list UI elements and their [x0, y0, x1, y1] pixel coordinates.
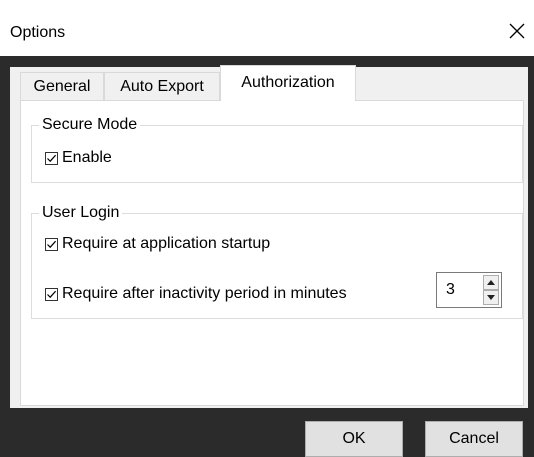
tab-general[interactable]: General — [20, 72, 104, 100]
checkmark-icon — [45, 237, 58, 251]
require-inactivity-label: Require after inactivity period in minut… — [62, 285, 347, 302]
require-startup-checkbox[interactable]: Require at application startup — [45, 235, 270, 253]
minutes-value[interactable]: 3 — [446, 281, 455, 299]
tab-auto-export[interactable]: Auto Export — [104, 72, 220, 100]
title-bar: Options — [0, 0, 534, 56]
user-login-legend: User Login — [39, 204, 123, 222]
arrow-up-icon[interactable] — [483, 275, 499, 290]
require-inactivity-checkbox[interactable]: Require after inactivity period in minut… — [45, 285, 347, 303]
secure-mode-legend: Secure Mode — [39, 116, 141, 134]
enable-label: Enable — [62, 149, 112, 166]
require-startup-label: Require at application startup — [62, 235, 271, 252]
secure-mode-enable-checkbox[interactable]: Enable — [45, 149, 112, 167]
cancel-button[interactable]: Cancel — [425, 421, 523, 457]
inactivity-minutes-stepper[interactable]: 3 — [436, 272, 502, 308]
window-title: Options — [10, 24, 66, 41]
checkmark-icon — [45, 151, 58, 165]
arrow-down-icon[interactable] — [483, 290, 499, 305]
close-icon[interactable] — [506, 20, 528, 42]
ok-button[interactable]: OK — [305, 421, 403, 457]
checkmark-icon — [45, 287, 58, 301]
tab-authorization[interactable]: Authorization — [220, 65, 356, 101]
